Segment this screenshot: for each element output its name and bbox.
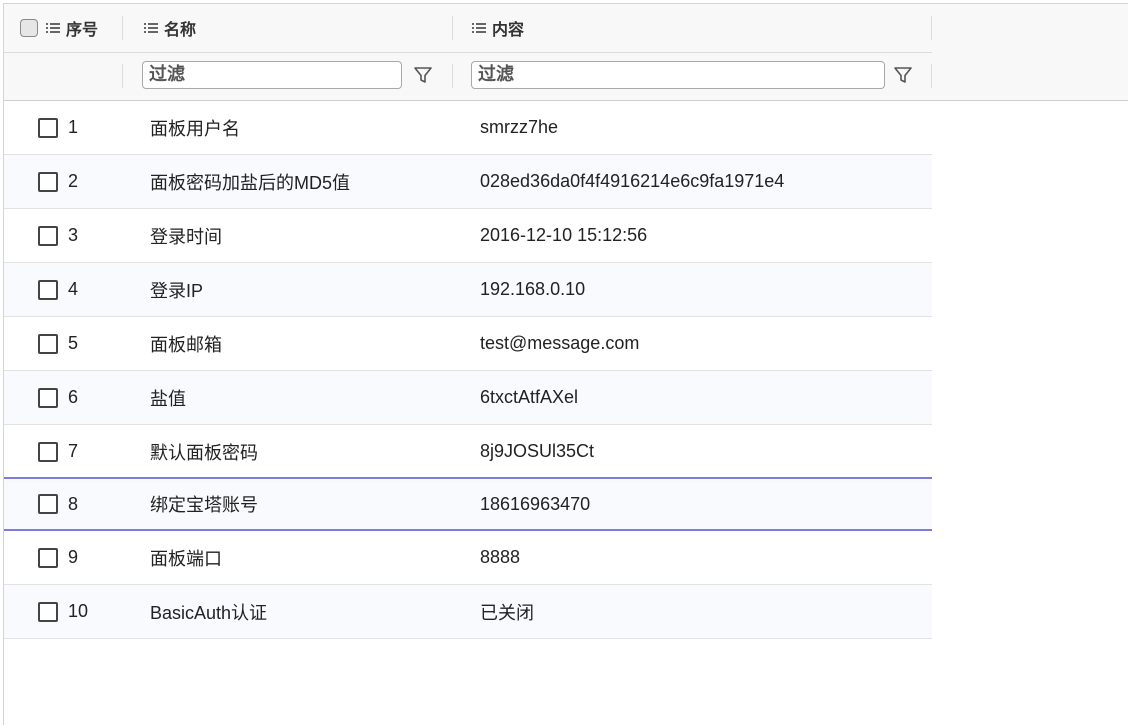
row-checkbox[interactable]	[38, 494, 58, 514]
row-checkbox[interactable]	[38, 441, 58, 462]
seq-cell: 9	[38, 547, 78, 568]
row-checkbox[interactable]	[38, 601, 58, 622]
content-cell: 8888	[480, 547, 521, 567]
table-row[interactable]: 9 面板端口 8888	[4, 531, 932, 585]
name-cell: 默认面板密码	[150, 442, 258, 463]
row-checkbox[interactable]	[38, 117, 58, 138]
row-checkbox[interactable]	[38, 333, 58, 354]
name-cell: BasicAuth认证	[150, 602, 268, 623]
column-menu-icon[interactable]	[46, 23, 60, 33]
data-grid: 序号 名称 内容 过滤 过滤 1 面板用户名 smrzz7he 2 面板密码加盐…	[3, 3, 1128, 725]
header-seq[interactable]: 序号	[20, 4, 98, 52]
seq-cell: 2	[38, 171, 78, 192]
seq-cell: 10	[38, 601, 88, 622]
table-row[interactable]: 2 面板密码加盐后的MD5值 028ed36da0f4f4916214e6c9f…	[4, 155, 932, 209]
filter-divider	[122, 64, 123, 88]
filter-divider	[931, 64, 932, 88]
seq-cell: 4	[38, 279, 78, 300]
column-menu-icon[interactable]	[144, 23, 158, 33]
content-filter-input[interactable]: 过滤	[471, 61, 885, 89]
name-cell: 面板用户名	[150, 118, 240, 139]
content-cell: test@message.com	[480, 333, 640, 353]
content-cell: 192.168.0.10	[480, 279, 586, 299]
seq-value: 4	[68, 279, 79, 299]
table-row[interactable]: 10 BasicAuth认证 已关闭	[4, 585, 932, 639]
filter-divider	[452, 64, 453, 88]
seq-value: 9	[68, 547, 79, 567]
column-divider[interactable]	[122, 16, 123, 40]
row-checkbox[interactable]	[38, 171, 58, 192]
seq-cell: 1	[38, 117, 78, 138]
seq-value: 5	[68, 333, 79, 353]
table-row[interactable]: 4 登录IP 192.168.0.10	[4, 263, 932, 317]
seq-value: 8	[68, 493, 79, 514]
table-row[interactable]: 3 登录时间 2016-12-10 15:12:56	[4, 209, 932, 263]
select-all-checkbox[interactable]	[20, 19, 38, 37]
grid-body: 1 面板用户名 smrzz7he 2 面板密码加盐后的MD5值 028ed36d…	[4, 101, 932, 639]
seq-cell: 8	[38, 494, 78, 515]
header-content-label: 内容	[492, 20, 525, 39]
content-cell: 18616963470	[480, 493, 591, 514]
header-name[interactable]: 名称	[144, 4, 196, 52]
row-checkbox[interactable]	[38, 387, 58, 408]
content-cell: 已关闭	[480, 602, 534, 623]
name-cell: 面板密码加盐后的MD5值	[150, 172, 351, 193]
content-cell: 2016-12-10 15:12:56	[480, 225, 648, 245]
name-cell: 绑定宝塔账号	[150, 495, 258, 515]
seq-cell: 6	[38, 387, 78, 408]
column-divider[interactable]	[931, 16, 932, 40]
content-cell: smrzz7he	[480, 117, 559, 137]
seq-value: 6	[68, 387, 79, 407]
row-checkbox[interactable]	[38, 225, 58, 246]
name-cell: 盐值	[150, 388, 186, 409]
table-row[interactable]: 7 默认面板密码 8j9JOSUl35Ct	[4, 425, 932, 479]
column-divider[interactable]	[452, 16, 453, 40]
name-cell: 登录IP	[150, 280, 204, 301]
row-checkbox[interactable]	[38, 547, 58, 568]
content-cell: 6txctAtfAXel	[480, 387, 579, 407]
content-cell: 028ed36da0f4f4916214e6c9fa1971e4	[480, 171, 785, 191]
seq-cell: 7	[38, 441, 78, 462]
table-row-selected[interactable]: 8 绑定宝塔账号 18616963470	[4, 477, 932, 531]
header-seq-label: 序号	[66, 20, 99, 39]
name-cell: 面板邮箱	[150, 334, 222, 355]
name-cell: 登录时间	[150, 226, 222, 247]
seq-value: 2	[68, 171, 79, 191]
seq-value: 1	[68, 117, 79, 137]
table-row[interactable]: 1 面板用户名 smrzz7he	[4, 101, 932, 155]
column-menu-icon[interactable]	[472, 23, 486, 33]
row-checkbox[interactable]	[38, 279, 58, 300]
header-content[interactable]: 内容	[472, 4, 524, 52]
filter-icon[interactable]	[892, 64, 914, 86]
content-cell: 8j9JOSUl35Ct	[480, 441, 595, 461]
seq-value: 7	[68, 441, 79, 461]
seq-value: 10	[68, 601, 89, 621]
filter-icon[interactable]	[412, 64, 434, 86]
header-name-label: 名称	[164, 20, 197, 39]
table-row[interactable]: 6 盐值 6txctAtfAXel	[4, 371, 932, 425]
seq-value: 3	[68, 225, 79, 245]
name-cell: 面板端口	[150, 548, 222, 569]
seq-cell: 5	[38, 333, 78, 354]
name-filter-input[interactable]: 过滤	[142, 61, 402, 89]
seq-cell: 3	[38, 225, 78, 246]
table-row[interactable]: 5 面板邮箱 test@message.com	[4, 317, 932, 371]
grid-header: 序号 名称 内容 过滤 过滤	[4, 4, 1128, 101]
